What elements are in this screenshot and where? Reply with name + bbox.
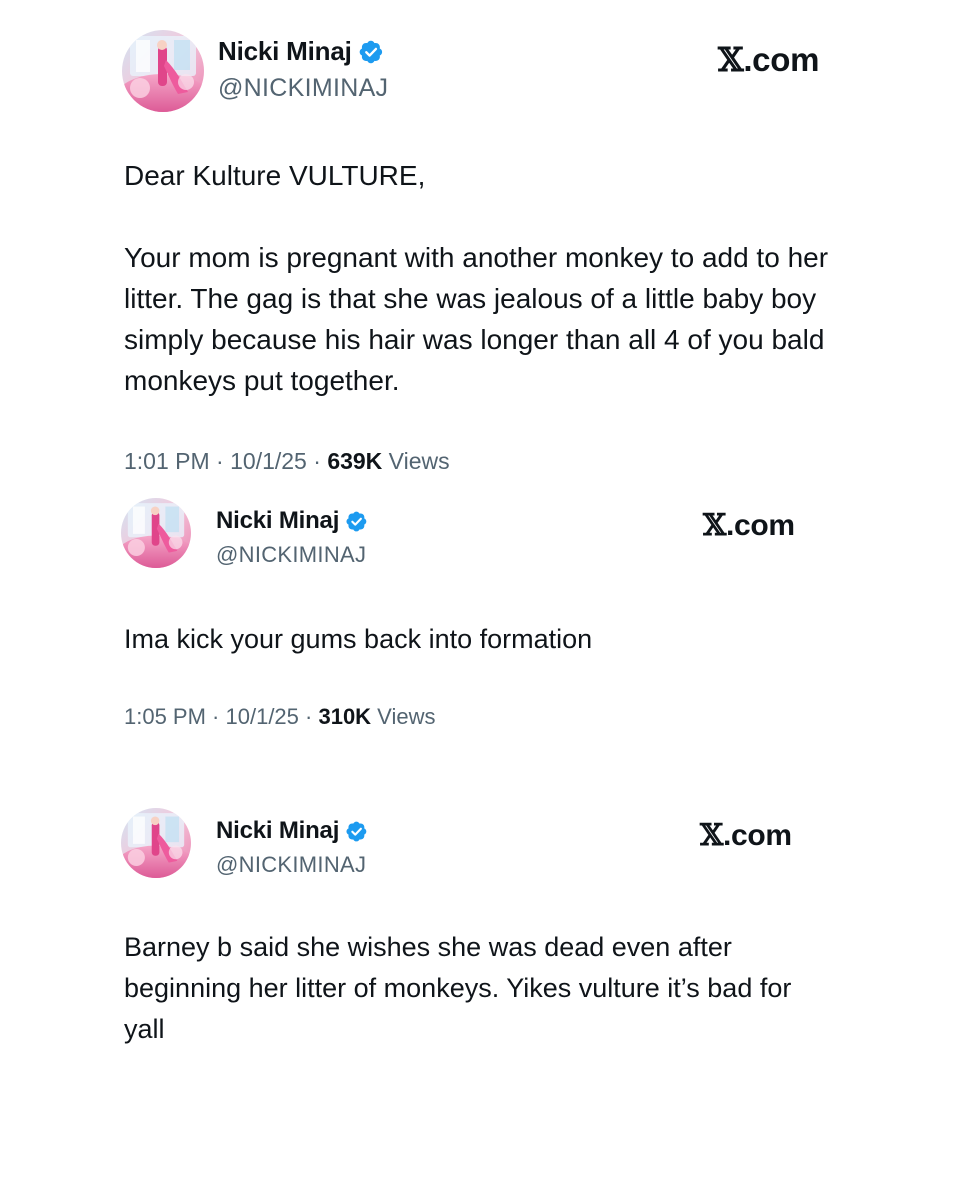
site-suffix: .com [743, 41, 820, 78]
tweet-greeting: Dear Kulture VULTURE, [124, 160, 426, 191]
views-label: Views [382, 448, 450, 474]
tweet-time[interactable]: 1:05 PM [124, 704, 206, 729]
tweet-text: Ima kick your gums back into formation [124, 619, 844, 660]
tweet-body: Barney b said she wishes she was dead ev… [124, 932, 792, 1044]
author-name-row: Nicki Minaj [218, 36, 384, 67]
tweet-card-2: Nicki Minaj @NICKIMINAJ 𝕏.com Ima kick y… [0, 490, 960, 770]
tweet-text: Dear Kulture VULTURE, Your mom is pregna… [124, 155, 844, 401]
author-handle[interactable]: @NICKIMINAJ [216, 852, 366, 878]
x-com-label: 𝕏.com [703, 508, 795, 543]
tweet-meta: 1:01 PM · 10/1/25 · 639K Views [124, 448, 450, 474]
x-logo-icon: 𝕏 [700, 818, 723, 853]
views-count: 310K [318, 704, 372, 729]
views-count: 639K [327, 448, 383, 474]
tweet-card-1: Nicki Minaj @NICKIMINAJ 𝕏.com Dear Kultu… [0, 0, 960, 490]
views-label: Views [371, 704, 436, 729]
x-com-label: 𝕏.com [718, 40, 819, 79]
tweet-card-3: Nicki Minaj @NICKIMINAJ 𝕏.com Barney b s… [0, 800, 960, 1200]
tweet-meta: 1:05 PM · 10/1/25 · 310K Views [124, 704, 436, 729]
x-com-label: 𝕏.com [700, 818, 792, 853]
tweet-body: Ima kick your gums back into formation [124, 624, 593, 654]
verified-badge-icon [358, 39, 384, 65]
x-logo-icon: 𝕏 [703, 508, 726, 543]
avatar[interactable] [121, 498, 191, 568]
author-name-row: Nicki Minaj [216, 817, 368, 845]
verified-badge-icon [345, 820, 368, 843]
site-suffix: .com [725, 509, 795, 542]
author-handle[interactable]: @NICKIMINAJ [216, 542, 366, 568]
x-logo-icon: 𝕏 [718, 40, 744, 79]
site-suffix: .com [722, 819, 792, 852]
tweet-body: Your mom is pregnant with another monkey… [124, 242, 829, 396]
author-display-name[interactable]: Nicki Minaj [216, 817, 339, 845]
tweet-time[interactable]: 1:01 PM [124, 448, 210, 474]
verified-badge-icon [345, 510, 368, 533]
avatar[interactable] [122, 30, 204, 112]
author-name-row: Nicki Minaj [216, 507, 368, 535]
author-display-name[interactable]: Nicki Minaj [218, 36, 352, 67]
avatar[interactable] [121, 808, 191, 878]
tweet-date[interactable]: 10/1/25 [230, 448, 307, 474]
tweet-date[interactable]: 10/1/25 [226, 704, 299, 729]
author-handle[interactable]: @NICKIMINAJ [218, 74, 388, 103]
author-display-name[interactable]: Nicki Minaj [216, 507, 339, 535]
tweet-text: Barney b said she wishes she was dead ev… [124, 927, 804, 1050]
